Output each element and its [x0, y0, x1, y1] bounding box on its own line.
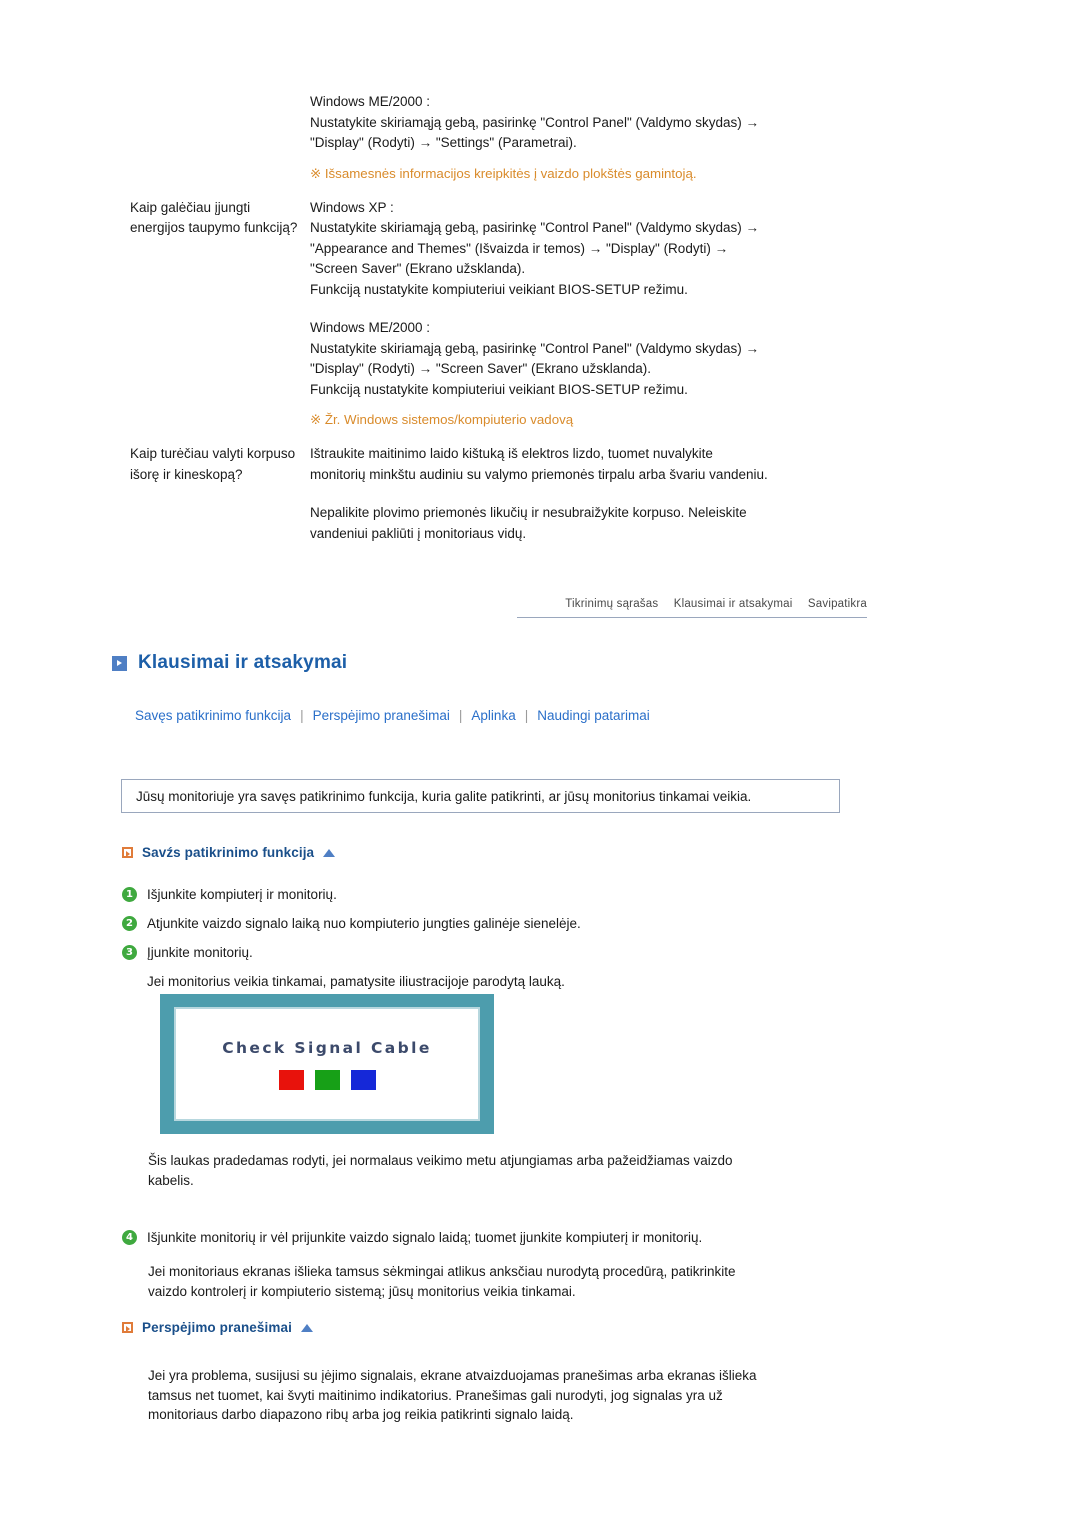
swatch-red	[278, 1069, 304, 1090]
swatch-green	[314, 1069, 340, 1090]
list-item: 1 Išjunkite kompiuterį ir monitorių.	[122, 885, 852, 904]
section-links: Savęs patikrinimo funkcija | Perspėjimo pr…	[135, 708, 650, 723]
orange-square-arrow-icon	[122, 847, 133, 858]
link-useful-tips[interactable]: Naudingi patarimai	[537, 708, 650, 723]
link-separator: |	[300, 708, 304, 723]
faq-answer-block: Windows ME/2000 : Nustatykite skiriamąją…	[310, 318, 890, 400]
link-separator: |	[524, 708, 529, 723]
faq-answer-block: Nepalikite plovimo priemonės likučių ir …	[310, 503, 890, 544]
step-number-badge: 2	[122, 916, 137, 931]
faq-note: ※ Išsamesnės informacijos kreipkitės į v…	[310, 165, 697, 181]
faq-answer-line: Ištraukite maitinimo laido kištuką iš el…	[310, 446, 713, 461]
scroll-to-top-icon[interactable]	[323, 848, 336, 857]
link-environment[interactable]: Aplinka	[471, 708, 515, 723]
faq-answer: Windows XP : Nustatykite skiriamąją gebą…	[310, 198, 890, 445]
self-test-closing: Jei monitoriaus ekranas išlieka tamsus s…	[148, 1262, 848, 1301]
warning-body-line: tamsus net tuomet, kai švyti maitinimo i…	[148, 1387, 723, 1403]
faq-answer-line: Windows XP :	[310, 199, 394, 215]
monitor-screen: Check Signal Cable	[174, 1007, 480, 1121]
list-item: 2 Atjunkite vaizdo signalo laiką nuo kom…	[122, 914, 852, 933]
list-item: 3 Įjunkite monitorių.	[122, 943, 852, 962]
faq-row: Kaip turėčiau valyti korpuso išorę ir ki…	[130, 444, 890, 544]
faq-answer-block: Windows ME/2000 : Nustatykite skiriamąją…	[310, 92, 890, 154]
faq-answer-line: "Screen Saver" (Ekrano užsklanda).	[310, 261, 526, 276]
breadcrumb-item-selftest[interactable]: Savipatikra	[808, 598, 867, 610]
warning-body-line: monitoriaus darbo diapazono ribų arba jo…	[148, 1407, 574, 1422]
faq-answer-line: "Display" (Rodyti) → "Screen Saver" (Ekr…	[310, 361, 652, 376]
faq-answer-line: "Display" (Rodyti) → "Settings" (Paramet…	[310, 135, 577, 150]
monitor-note-line: Šis laukas pradedamas rodyti, jei normal…	[148, 1153, 733, 1168]
step-text: Atjunkite vaizdo signalo laiką nuo kompi…	[147, 916, 581, 931]
swatch-blue	[350, 1069, 376, 1090]
faq-question: Kaip galėčiau įjungti energijos taupymo …	[130, 199, 298, 236]
color-swatches	[278, 1069, 376, 1090]
faq-answer-line: Nustatykite skiriamąją gebą, pasirinkę "…	[310, 340, 760, 356]
self-test-steps: 1 Išjunkite kompiuterį ir monitorių. 2 A…	[122, 885, 852, 991]
faq-answer-line: monitorių minkštu audiniu su valymo prie…	[310, 466, 768, 482]
faq-row: Kaip galėčiau įjungti energijos taupymo …	[130, 198, 890, 445]
section-heading-warning: Perspėjimo pranešimai	[122, 1320, 313, 1335]
warning-body: Jei yra problema, susijusi su įėjimo sig…	[148, 1366, 868, 1425]
monitor-illustration: Check Signal Cable	[160, 994, 494, 1134]
step-text: Išjunkite monitorių ir vėl prijunkite va…	[147, 1230, 703, 1245]
faq-note: ※ Žr. Windows sistemos/kompiuterio vadov…	[310, 412, 574, 427]
intro-text: Jūsų monitoriuje yra savęs patikrinimo f…	[136, 788, 752, 804]
faq-row: Windows ME/2000 : Nustatykite skiriamąją…	[130, 92, 890, 198]
step-text: Išjunkite kompiuterį ir monitorių.	[147, 887, 337, 902]
blue-square-arrow-icon	[112, 655, 127, 671]
faq-answer-line: Funkciją nustatykite kompiuteriui veikia…	[310, 381, 688, 397]
faq-answer-line: Funkciją nustatykite kompiuteriui veikia…	[310, 281, 688, 297]
faq-answer-block: Windows XP : Nustatykite skiriamąją gebą…	[310, 198, 890, 301]
faq-answer-line: vandeniui pakliūti į monitoriaus vidų.	[310, 525, 527, 541]
faq-answer: Ištraukite maitinimo laido kištuką iš el…	[310, 444, 890, 544]
monitor-note-line: kabelis.	[148, 1172, 194, 1188]
manual-page: Windows ME/2000 : Nustatykite skiriamąją…	[0, 0, 1080, 1528]
faq-answer-line: Nustatykite skiriamąją gebą, pasirinkę "…	[310, 220, 760, 235]
link-self-test[interactable]: Savęs patikrinimo funkcija	[135, 708, 291, 723]
section-heading-warning-text: Perspėjimo pranešimai	[142, 1320, 292, 1335]
step-number-badge: 4	[122, 1230, 137, 1245]
breadcrumb: Tikrinimų sąrašas Klausimai ir atsakymai…	[517, 598, 867, 618]
faq-answer-line: Nepalikite plovimo priemonės likučių ir …	[310, 505, 747, 520]
step-number-badge: 3	[122, 945, 137, 960]
section-heading-self-test-text: Savźs patikrinimo funkcija	[142, 845, 315, 860]
warning-body-line: Jei yra problema, susijusi su įėjimo sig…	[148, 1368, 757, 1383]
step-number-badge: 1	[122, 887, 137, 902]
link-warning-messages[interactable]: Perspėjimo pranešimai	[313, 708, 450, 723]
check-signal-cable-message: Check Signal Cable	[222, 1038, 432, 1057]
step-text: Įjunkite monitorių.	[147, 945, 253, 960]
faq-answer-block: Ištraukite maitinimo laido kištuką iš el…	[310, 444, 890, 485]
intro-box: Jūsų monitoriuje yra savęs patikrinimo f…	[121, 779, 840, 813]
faq-answer-line: Windows ME/2000 :	[310, 94, 431, 109]
faq-answer-line: Nustatykite skiriamąją gebą, pasirinkę "…	[310, 114, 760, 130]
faq-answer-line: Windows ME/2000 :	[310, 320, 431, 335]
breadcrumb-item-checklist[interactable]: Tikrinimų sąrašas	[565, 598, 658, 610]
list-item: 4 Išjunkite monitorių ir vėl prijunkite …	[122, 1228, 852, 1247]
faq-answer: Windows ME/2000 : Nustatykite skiriamąją…	[310, 92, 890, 198]
closing-line: Jei monitoriaus ekranas išlieka tamsus s…	[148, 1264, 736, 1279]
faq-answer-line: "Appearance and Themes" (Išvaizda ir tem…	[310, 240, 729, 256]
section-heading-self-test: Savźs patikrinimo funkcija	[122, 845, 336, 860]
faq-table: Windows ME/2000 : Nustatykite skiriamąją…	[130, 92, 890, 544]
breadcrumb-item-faq[interactable]: Klausimai ir atsakymai	[674, 598, 793, 610]
page-title: Klausimai ir atsakymai	[112, 652, 347, 674]
orange-square-arrow-icon	[122, 1322, 133, 1333]
link-separator: |	[458, 708, 463, 723]
faq-question: Kaip turėčiau valyti korpuso išorę ir ki…	[130, 446, 296, 482]
closing-line: vaizdo kontrolerį ir kompiuterio sistemą…	[148, 1283, 576, 1299]
scroll-to-top-icon[interactable]	[300, 1323, 313, 1332]
after-steps-text: Jei monitorius veikia tinkamai, pamatysi…	[147, 974, 565, 989]
monitor-note: Šis laukas pradedamas rodyti, jei normal…	[148, 1151, 848, 1190]
page-title-text: Klausimai ir atsakymai	[138, 652, 348, 673]
self-test-step-4: 4 Išjunkite monitorių ir vėl prijunkite …	[122, 1228, 852, 1257]
